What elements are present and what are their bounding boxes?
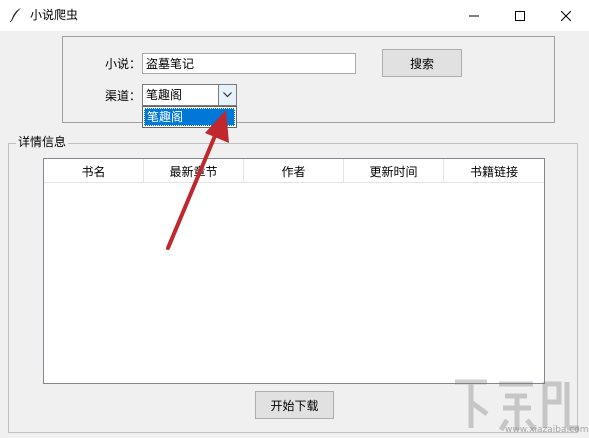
feather-icon <box>8 7 24 23</box>
channel-label: 渠道： <box>105 89 142 103</box>
novel-input[interactable] <box>142 53 356 74</box>
app-window: 小说爬虫 小说： 搜索 渠道： 笔趣阁 笔趣阁 详情信息 书名 最新章节 作者 … <box>0 0 589 438</box>
watermark-url: www.xiazaiba.com <box>505 425 589 435</box>
chevron-down-icon <box>223 92 232 98</box>
close-button[interactable] <box>543 0 589 31</box>
title-bar: 小说爬虫 <box>0 0 589 31</box>
dropdown-toggle[interactable] <box>218 85 236 105</box>
details-legend: 详情信息 <box>16 135 69 149</box>
window-title: 小说爬虫 <box>30 8 79 22</box>
close-icon <box>561 10 571 21</box>
column-header-title[interactable]: 书名 <box>44 159 144 183</box>
search-panel <box>62 36 555 123</box>
channel-dropdown-list: 笔趣阁 <box>142 106 237 128</box>
column-header-update-time[interactable]: 更新时间 <box>344 159 444 183</box>
column-header-book-link[interactable]: 书籍链接 <box>444 159 544 183</box>
results-table[interactable]: 书名 最新章节 作者 更新时间 书籍链接 <box>43 158 545 384</box>
channel-selected-value: 笔趣阁 <box>146 88 183 102</box>
search-button[interactable]: 搜索 <box>382 49 462 77</box>
table-header: 书名 最新章节 作者 更新时间 书籍链接 <box>44 159 544 183</box>
minimize-icon <box>469 15 479 16</box>
minimize-button[interactable] <box>451 0 497 31</box>
maximize-icon <box>515 10 525 21</box>
novel-label: 小说： <box>105 57 142 71</box>
column-header-latest-chapter[interactable]: 最新章节 <box>144 159 244 183</box>
channel-select[interactable]: 笔趣阁 <box>142 84 237 106</box>
maximize-button[interactable] <box>497 0 543 31</box>
dropdown-option-biquge[interactable]: 笔趣阁 <box>144 108 235 126</box>
column-header-author[interactable]: 作者 <box>244 159 344 183</box>
start-download-button[interactable]: 开始下载 <box>255 391 334 419</box>
